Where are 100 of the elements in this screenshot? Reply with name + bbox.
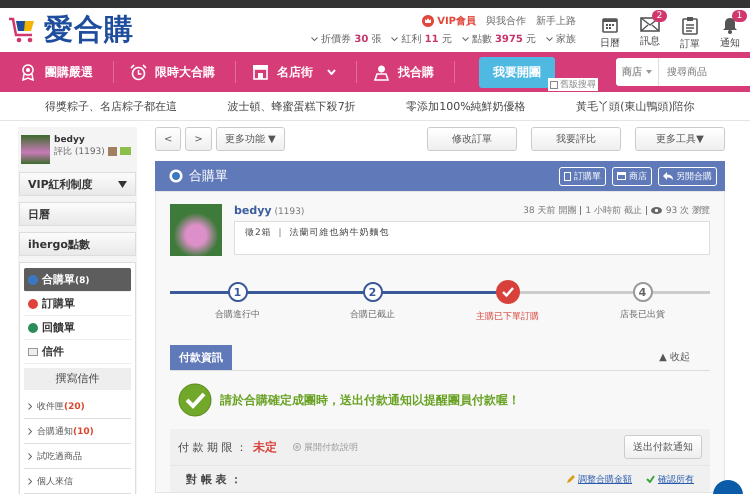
- chevron-icon: [391, 36, 398, 42]
- avatar-photo-placeholder: [21, 135, 50, 164]
- step-label: 店長已出貨: [620, 308, 665, 321]
- panel-action-button[interactable]: 商店: [612, 166, 652, 186]
- top-link[interactable]: 與我合作: [486, 14, 526, 28]
- toolbar-button[interactable]: 修改訂單: [427, 127, 517, 151]
- person-icon: [373, 64, 390, 80]
- menu-item[interactable]: 信件: [24, 340, 131, 364]
- view-count: 93 次 瀏覽: [666, 204, 710, 217]
- crown-icon: [422, 15, 434, 27]
- eye-icon: [650, 207, 662, 214]
- count-badge: 1: [732, 10, 747, 22]
- vip-link[interactable]: VIP會員: [437, 14, 476, 28]
- menu-item[interactable]: 回饋單: [24, 316, 131, 340]
- deadline-label: 付 款 期 限 ：: [178, 440, 247, 454]
- notify-button[interactable]: 送出付款通知: [624, 435, 702, 459]
- action-link[interactable]: 調整合購金額: [578, 472, 632, 486]
- toolbar-button[interactable]: 我要評比: [531, 127, 621, 151]
- user-name[interactable]: bedyy: [54, 135, 131, 145]
- chevron-icon: [546, 36, 553, 42]
- medal-icon: [20, 64, 37, 80]
- section-tab[interactable]: 付款資訊: [170, 345, 232, 370]
- top-link[interactable]: 新手上路: [536, 14, 576, 28]
- check-icon: [178, 383, 212, 417]
- toolbar-button[interactable]: 更多功能 ▼: [216, 127, 285, 151]
- chevron-icon: [311, 36, 318, 42]
- step-label: 合購進行中: [215, 308, 260, 321]
- checkbox[interactable]: [550, 80, 558, 88]
- promo-link[interactable]: 得獎粽子、名店粽子都在這: [45, 98, 178, 114]
- stat-link[interactable]: 折價券 30 張: [321, 32, 382, 46]
- pencil-icon: [566, 474, 575, 484]
- flower-photo-placeholder: [170, 204, 222, 256]
- calendar-button[interactable]: 日曆: [590, 10, 630, 50]
- deadline-value: 未定: [253, 438, 277, 456]
- post-note: 徵2箱 ｜ 法蘭司維也納牛奶麵包: [234, 221, 710, 255]
- folder-link[interactable]: 合購通知(10): [37, 424, 94, 438]
- checkbox-label: 舊版搜尋: [560, 78, 596, 91]
- promo-link[interactable]: 波士頓、蜂蜜蛋糕下殺7折: [228, 98, 356, 114]
- mail-button[interactable]: 訊息 2: [630, 10, 670, 50]
- action-link[interactable]: 確認所有: [658, 472, 694, 486]
- payment-message: 請於合購確定成團時，送出付款通知以提醒團員付款喔！: [220, 392, 520, 408]
- author-rating: (1193): [274, 207, 304, 217]
- site-logo: 愛合購: [44, 11, 134, 48]
- sidebar-button[interactable]: 日曆: [19, 202, 136, 226]
- promo-link[interactable]: 零添加100%純鮮奶優格: [406, 98, 526, 114]
- document-icon: [564, 172, 571, 180]
- step-label: 合購已截止: [350, 308, 395, 321]
- nav-item[interactable]: 找合購: [398, 64, 434, 80]
- ledger-label: 對 帳 表 ：: [186, 472, 242, 486]
- check-icon: [496, 280, 520, 304]
- promo-link[interactable]: 黃毛丫頭(東山鴨頭)陪你: [576, 98, 695, 114]
- nav-item[interactable]: 限時大合購: [155, 64, 215, 80]
- step-label: 主購已下單訂購: [476, 310, 539, 323]
- chevron-icon: [28, 428, 32, 434]
- clipboard-icon: [682, 16, 698, 34]
- sidebar-button[interactable]: ihergo點數: [19, 232, 136, 256]
- menu-item[interactable]: 合購單(8): [24, 268, 131, 292]
- caret-icon[interactable]: [327, 69, 336, 75]
- stat-link[interactable]: 家族: [556, 32, 576, 46]
- folder-link[interactable]: 試吃過商品: [37, 450, 82, 462]
- clock-icon: [130, 64, 147, 80]
- toolbar-button[interactable]: 更多工具▼: [635, 127, 725, 151]
- step-marker: 4: [632, 282, 652, 302]
- folder-link[interactable]: 收件匣(20): [37, 400, 85, 412]
- chevron-icon: [28, 452, 32, 460]
- check-icon: [646, 475, 655, 483]
- user-rating: 評比 (1193): [54, 146, 105, 158]
- step-marker: 1: [228, 282, 248, 302]
- author-name[interactable]: bedyy: [234, 204, 272, 217]
- sidebar-button[interactable]: VIP紅利制度: [19, 172, 136, 196]
- toolbar-button[interactable]: >: [185, 127, 212, 151]
- chevron-icon: [28, 478, 32, 484]
- collapse-link[interactable]: ▲ 收起: [639, 350, 710, 370]
- chevron-icon: [462, 36, 469, 42]
- clipboard-button[interactable]: 訂單: [670, 10, 710, 50]
- count-badge: 2: [652, 10, 667, 22]
- toolbar-button[interactable]: <: [155, 127, 182, 151]
- step-marker: 2: [362, 282, 382, 302]
- bell-icon: [721, 16, 739, 34]
- panel-action-button[interactable]: 訂購單: [559, 166, 606, 186]
- store-icon: [617, 172, 626, 180]
- caret-icon: [646, 70, 652, 74]
- folder-link[interactable]: 個人來信: [37, 474, 73, 488]
- compose-button[interactable]: 撰寫信件: [24, 368, 131, 390]
- chevron-icon: [28, 402, 32, 410]
- plus-circle-icon: [293, 443, 301, 451]
- stat-link[interactable]: 點數 3975 元: [472, 32, 536, 46]
- opened-time: 38 天前 開團: [523, 204, 576, 217]
- close-time: 1 小時前 截止: [585, 204, 642, 217]
- menu-item[interactable]: 訂購單: [24, 292, 131, 316]
- calendar-icon: [601, 16, 619, 34]
- stat-link[interactable]: 紅利 11 元: [401, 32, 452, 46]
- panel-title: 合購單: [189, 168, 228, 185]
- panel-action-button[interactable]: 另開合購: [658, 166, 717, 186]
- nav-item[interactable]: 團購嚴選: [45, 64, 93, 80]
- store-icon: [252, 64, 269, 80]
- reply-arrow-icon: [663, 172, 673, 180]
- envelope-icon: [28, 348, 38, 356]
- bell-button[interactable]: 通知 1: [710, 10, 750, 50]
- nav-item[interactable]: 名店街: [277, 64, 313, 80]
